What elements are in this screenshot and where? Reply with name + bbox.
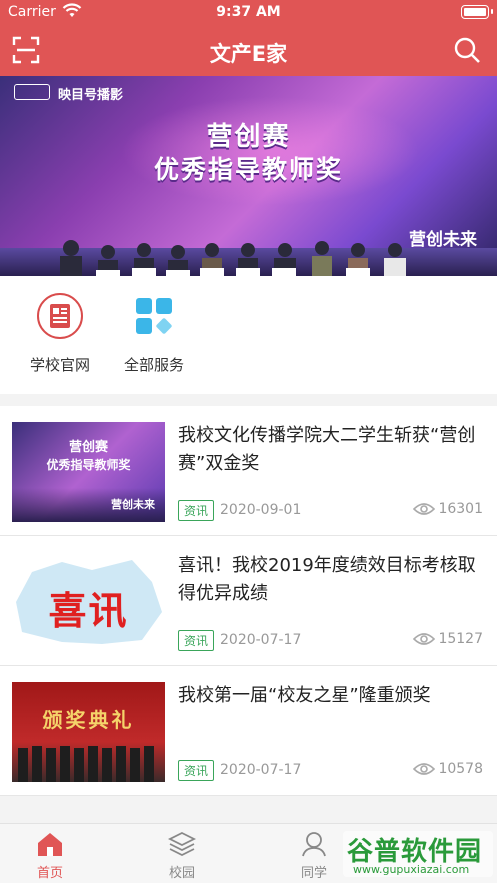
banner-headline: 营创赛 xyxy=(206,122,291,152)
thumb-caption: 优秀指导教师奖 xyxy=(46,458,131,472)
thumb-caption: 喜讯 xyxy=(48,589,129,633)
news-list: 营创赛 优秀指导教师奖 营创未来 我校文化传播学院大二学生斩获“营创赛”双金奖 … xyxy=(0,406,497,796)
tab-label: 同学 xyxy=(300,866,327,881)
news-item[interactable]: 颁奖典礼 我校第一届“校友之星”隆重颁奖 资讯 2020-07-17 10578 xyxy=(0,666,497,796)
thumb-caption: 营创未来 xyxy=(111,498,155,511)
page-title: 文产E家 xyxy=(209,42,288,66)
thumb-caption: 营创赛 xyxy=(68,440,108,455)
thumb-caption: 颁奖典礼 xyxy=(42,708,135,732)
news-title: 喜讯！我校2019年度绩效目标考核取得优异成绩 xyxy=(178,555,476,604)
banner-subheadline: 优秀指导教师奖 xyxy=(153,155,343,184)
news-item[interactable]: 营创赛 优秀指导教师奖 营创未来 我校文化传播学院大二学生斩获“营创赛”双金奖 … xyxy=(0,406,497,536)
news-thumbnail: 营创赛 优秀指导教师奖 营创未来 xyxy=(12,422,165,522)
banner-carousel[interactable]: 映目号播影 营创赛 优秀指导教师奖 营创未来 xyxy=(0,76,497,276)
award-people-photo xyxy=(60,240,406,276)
tab-label: 首页 xyxy=(36,866,63,881)
group-photo xyxy=(18,746,154,782)
news-views: 16301 xyxy=(438,501,483,517)
eye-icon xyxy=(413,633,435,645)
news-tag: 资讯 xyxy=(178,500,215,521)
tab-classmates[interactable]: 同学 xyxy=(274,830,354,881)
news-views: 15127 xyxy=(438,631,483,647)
banner-logo-text: 映目号播影 xyxy=(58,88,124,103)
banner-slogan: 营创未来 xyxy=(409,230,477,250)
news-views: 10578 xyxy=(438,761,483,777)
news-title: 我校文化传播学院大二学生斩获“营创赛”双金奖 xyxy=(178,425,476,474)
services-grid: 学校官网 全部服务 xyxy=(0,276,497,394)
all-services-icon xyxy=(130,292,178,340)
tab-home[interactable]: 首页 xyxy=(10,830,90,881)
tab-label: 校园 xyxy=(168,866,195,881)
service-label: 学校官网 xyxy=(29,356,90,374)
eye-icon xyxy=(413,503,435,515)
bottom-tab-bar: 首页 校园 同学 谷普软件园 www.gupuxiazai.com xyxy=(0,823,497,883)
search-icon[interactable] xyxy=(453,36,481,64)
news-thumbnail: 喜讯 xyxy=(12,552,165,652)
status-bar: Carrier 9:37 AM xyxy=(0,0,497,26)
banner-logo-icon xyxy=(14,84,50,100)
news-title: 我校第一届“校友之星”隆重颁奖 xyxy=(178,685,431,706)
watermark-url: www.gupuxiazai.com xyxy=(353,863,470,876)
home-icon xyxy=(38,833,62,856)
watermark-logo: 谷普软件园 www.gupuxiazai.com xyxy=(343,831,493,877)
top-nav-bar: 文产E家 xyxy=(0,26,497,76)
clock: 9:37 AM xyxy=(216,4,281,20)
news-tag: 资讯 xyxy=(178,760,215,781)
service-school-website[interactable]: 学校官网 xyxy=(10,292,110,375)
service-all-services[interactable]: 全部服务 xyxy=(104,292,204,375)
news-date: 2020-07-17 xyxy=(220,632,302,648)
eye-icon xyxy=(413,763,435,775)
news-item[interactable]: 喜讯 喜讯！我校2019年度绩效目标考核取得优异成绩 资讯 2020-07-17… xyxy=(0,536,497,666)
layers-icon xyxy=(167,831,197,857)
person-icon xyxy=(302,832,326,857)
battery-icon xyxy=(461,5,493,19)
tab-campus[interactable]: 校园 xyxy=(142,830,222,881)
news-date: 2020-07-17 xyxy=(220,762,302,778)
news-thumbnail: 颁奖典礼 xyxy=(12,682,165,782)
news-tag: 资讯 xyxy=(178,630,215,651)
school-website-icon xyxy=(36,292,84,340)
app-screen: Carrier 9:37 AM 文产E家 映目号播影 营创赛 优秀指导教师奖 营… xyxy=(0,0,497,883)
service-label: 全部服务 xyxy=(123,356,184,374)
news-date: 2020-09-01 xyxy=(220,502,302,518)
